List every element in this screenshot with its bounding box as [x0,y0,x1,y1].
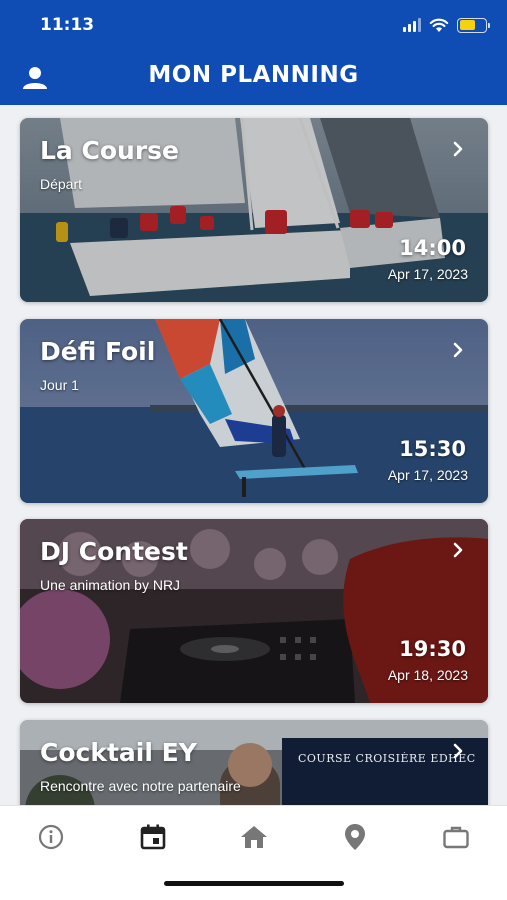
info-icon [38,824,64,850]
event-title: La Course [40,136,179,165]
event-time: 15:30 [399,437,466,461]
status-time: 11:13 [40,15,95,35]
event-card-cocktail-ey[interactable]: COURSE CROISIÈRE EDHEC Cocktail EY Renco… [20,720,488,805]
event-card-defi-foil[interactable]: Défi Foil Jour 1 15:30 Apr 17, 2023 [20,319,488,503]
event-title: Défi Foil [40,337,156,366]
event-subtitle: Départ [40,176,83,192]
event-title: Cocktail EY [40,738,197,767]
status-icons [403,16,490,34]
cellular-signal-icon [403,18,421,32]
event-subtitle: Rencontre avec notre partenaire [40,778,241,794]
chevron-right-icon [453,141,463,157]
calendar-icon [140,824,166,850]
event-subtitle: Une animation by NRJ [40,577,181,593]
tab-home[interactable] [234,820,274,854]
briefcase-icon [443,826,469,849]
event-date: Apr 18, 2023 [387,667,468,683]
event-time: 14:00 [399,236,466,260]
event-card-dj-contest[interactable]: DJ Contest Une animation by NRJ 19:30 Ap… [20,519,488,703]
tab-partners[interactable] [436,820,476,854]
event-title: DJ Contest [40,537,188,566]
event-subtitle: Jour 1 [40,377,79,393]
event-list[interactable]: La Course Départ 14:00 Apr 17, 2023 Défi… [0,105,507,805]
wifi-icon [429,18,449,32]
chevron-right-icon [453,342,463,358]
tab-planning[interactable] [133,820,173,854]
home-icon [241,826,267,848]
chevron-right-icon [453,542,463,558]
event-date: Apr 17, 2023 [387,266,468,282]
page-title: MON PLANNING [148,62,359,88]
tab-info[interactable] [31,820,71,854]
header-bar: 11:13 MON PLANNING [0,0,507,105]
chevron-right-icon [453,743,463,759]
tab-map[interactable] [335,820,375,854]
location-pin-icon [345,824,365,850]
battery-icon [457,17,490,33]
event-date: Apr 17, 2023 [387,467,468,483]
event-card-la-course[interactable]: La Course Départ 14:00 Apr 17, 2023 [20,118,488,302]
home-indicator [164,881,344,886]
event-time: 19:30 [399,637,466,661]
